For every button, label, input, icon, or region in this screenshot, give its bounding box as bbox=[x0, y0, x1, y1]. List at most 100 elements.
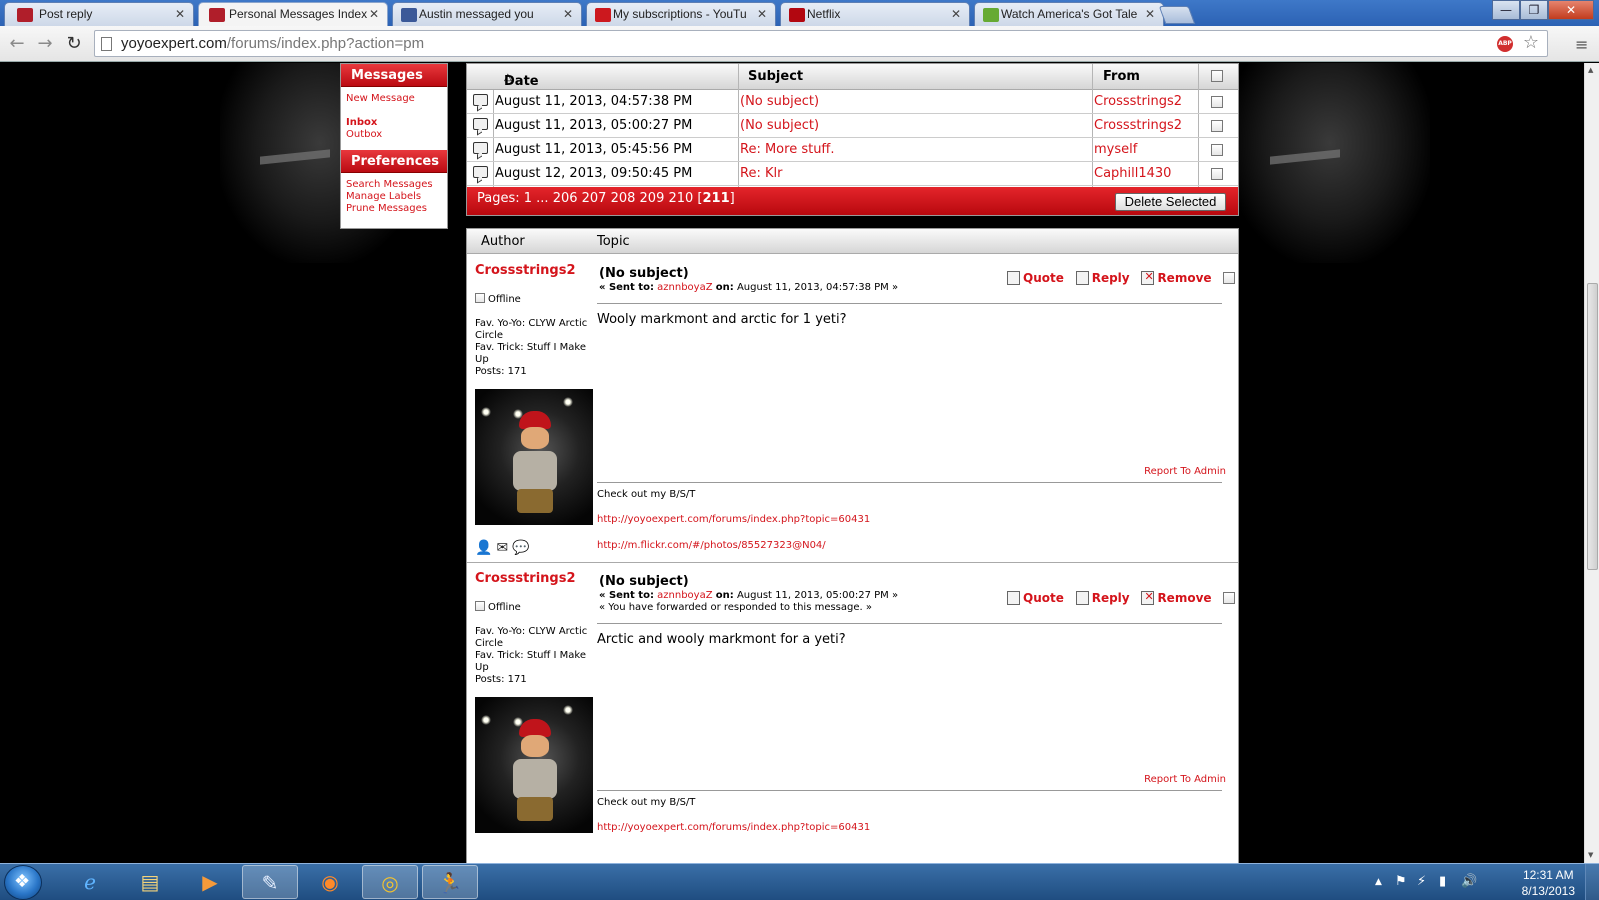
pm-icon[interactable]: 💬 bbox=[512, 540, 529, 556]
select-all-checkbox[interactable] bbox=[1211, 70, 1223, 82]
tab-personal-messages[interactable]: Personal Messages Index ✕ bbox=[198, 2, 388, 26]
remove-button[interactable]: Remove bbox=[1141, 590, 1212, 605]
start-button[interactable] bbox=[4, 865, 42, 900]
scroll-down-arrow-icon[interactable]: ▼ bbox=[1588, 851, 1593, 859]
message-sender-link[interactable]: Caphill1430 bbox=[1094, 166, 1171, 181]
reply-button[interactable]: Reply bbox=[1075, 271, 1130, 285]
url-text[interactable]: yoyoexpert.com/forums/index.php?action=p… bbox=[121, 35, 424, 52]
message-sender-link[interactable]: Crossstrings2 bbox=[1094, 94, 1182, 109]
prune-messages-link[interactable]: Prune Messages bbox=[346, 203, 442, 215]
close-icon[interactable]: ✕ bbox=[369, 7, 379, 21]
manage-labels-link[interactable]: Manage Labels bbox=[346, 191, 442, 203]
row-checkbox[interactable] bbox=[1211, 144, 1223, 156]
from-column-header[interactable]: From bbox=[1103, 69, 1140, 84]
close-icon[interactable]: ✕ bbox=[563, 7, 573, 21]
online-status: Offline bbox=[475, 601, 521, 613]
email-icon[interactable]: ✉ bbox=[496, 540, 508, 556]
author-name-link[interactable]: Crossstrings2 bbox=[475, 263, 576, 278]
bookmark-star-icon[interactable]: ☆ bbox=[1523, 32, 1539, 53]
notepad-icon[interactable]: ✎ bbox=[242, 865, 298, 899]
row-checkbox[interactable] bbox=[1211, 120, 1223, 132]
file-explorer-icon[interactable]: ▤ bbox=[122, 865, 178, 899]
message-subject-link[interactable]: Re: More stuff. bbox=[740, 142, 835, 157]
yoyo-icon bbox=[17, 8, 33, 22]
author-name-link[interactable]: Crossstrings2 bbox=[475, 571, 576, 586]
row-checkbox[interactable] bbox=[1211, 168, 1223, 180]
search-messages-link[interactable]: Search Messages bbox=[346, 179, 442, 191]
flag-icon[interactable]: ⚑ bbox=[1395, 874, 1407, 889]
menu-icon[interactable]: ≡ bbox=[1575, 35, 1588, 54]
close-window-button[interactable]: ✕ bbox=[1548, 0, 1594, 20]
scrollbar-thumb[interactable] bbox=[1587, 283, 1598, 570]
address-bar[interactable]: yoyoexpert.com/forums/index.php?action=p… bbox=[94, 30, 1548, 57]
show-desktop-button[interactable] bbox=[1585, 864, 1599, 900]
message-subject-link[interactable]: Re: Klr bbox=[740, 166, 782, 181]
message-post: Crossstrings2 Offline Fav. Yo-Yo: CLYW A… bbox=[467, 563, 1238, 863]
reload-icon[interactable]: ↻ bbox=[63, 33, 85, 54]
sent-info: « Sent to: aznnboyaZ on: August 11, 2013… bbox=[599, 282, 899, 293]
new-message-link[interactable]: New Message bbox=[346, 93, 442, 105]
power-icon[interactable]: ⚡ bbox=[1417, 874, 1426, 889]
network-signal-icon[interactable]: ▮ bbox=[1439, 874, 1446, 889]
table-row[interactable]: August 12, 2013, 09:50:45 PM Re: Klr Cap… bbox=[467, 162, 1238, 186]
close-icon[interactable]: ✕ bbox=[175, 7, 185, 21]
close-icon[interactable]: ✕ bbox=[1145, 7, 1155, 21]
quote-button[interactable]: Quote bbox=[1007, 271, 1064, 285]
table-row[interactable]: August 11, 2013, 05:45:56 PM Re: More st… bbox=[467, 138, 1238, 162]
replied-message-icon bbox=[473, 166, 488, 178]
close-icon[interactable]: ✕ bbox=[951, 7, 961, 21]
report-to-admin-link[interactable]: Report To Admin bbox=[1144, 466, 1226, 477]
row-checkbox[interactable] bbox=[1211, 96, 1223, 108]
outbox-link[interactable]: Outbox bbox=[346, 129, 442, 141]
signature-link[interactable]: http://yoyoexpert.com/forums/index.php?t… bbox=[597, 822, 870, 833]
message-sender-link[interactable]: Crossstrings2 bbox=[1094, 118, 1182, 133]
tab-facebook[interactable]: Austin messaged you ✕ bbox=[392, 2, 582, 26]
forward-arrow-icon[interactable]: → bbox=[34, 33, 56, 54]
new-tab-button[interactable] bbox=[1158, 6, 1196, 24]
recipient-link[interactable]: aznnboyaZ bbox=[657, 590, 712, 601]
tab-post-reply[interactable]: Post reply ✕ bbox=[4, 2, 194, 26]
minimize-button[interactable]: — bbox=[1492, 0, 1520, 20]
message-sender-link[interactable]: myself bbox=[1094, 142, 1137, 157]
post-checkbox[interactable] bbox=[1223, 272, 1236, 284]
media-player-icon[interactable]: ▶ bbox=[182, 865, 238, 899]
recipient-link[interactable]: aznnboyaZ bbox=[657, 282, 712, 293]
topic-column-header: Topic bbox=[597, 234, 630, 249]
vertical-scrollbar[interactable]: ▲ ▼ bbox=[1584, 63, 1599, 863]
tab-netflix[interactable]: Netflix ✕ bbox=[780, 2, 970, 26]
scroll-up-arrow-icon[interactable]: ▲ bbox=[1588, 66, 1593, 74]
page-viewport: Messages New Message Inbox Outbox Prefer… bbox=[0, 63, 1584, 863]
post-actions: Quote Reply Remove bbox=[1007, 590, 1236, 605]
post-checkbox[interactable] bbox=[1223, 592, 1236, 604]
firefox-icon[interactable]: ◉ bbox=[302, 865, 358, 899]
close-icon[interactable]: ✕ bbox=[757, 7, 767, 21]
remove-button[interactable]: Remove bbox=[1141, 270, 1212, 285]
volume-icon[interactable]: 🔊 bbox=[1461, 874, 1477, 889]
pagination-bar: Pages: 1 ... 206 207 208 209 210 [211] D… bbox=[467, 187, 1238, 215]
delete-selected-button[interactable]: Delete Selected bbox=[1115, 193, 1226, 211]
subject-column-header[interactable]: Subject bbox=[748, 69, 803, 84]
system-clock[interactable]: 12:31 AM 8/13/2013 bbox=[1522, 867, 1575, 899]
tab-hulu[interactable]: Watch America's Got Tale ✕ bbox=[974, 2, 1164, 26]
tab-youtube[interactable]: My subscriptions - YouTu ✕ bbox=[586, 2, 776, 26]
message-subject-link[interactable]: (No subject) bbox=[740, 94, 819, 109]
back-arrow-icon[interactable]: ← bbox=[6, 33, 28, 54]
internet-explorer-icon[interactable]: ℯ bbox=[62, 865, 118, 899]
message-subject-link[interactable]: (No subject) bbox=[740, 118, 819, 133]
signature-link[interactable]: http://m.flickr.com/#/photos/85527323@N0… bbox=[597, 540, 826, 551]
report-to-admin-link[interactable]: Report To Admin bbox=[1144, 774, 1226, 785]
pagination[interactable]: Pages: 1 ... 206 207 208 209 210 [211] bbox=[477, 191, 735, 206]
inbox-link[interactable]: Inbox bbox=[346, 117, 442, 129]
signature-link[interactable]: http://yoyoexpert.com/forums/index.php?t… bbox=[597, 514, 870, 525]
adblock-icon[interactable]: ABP bbox=[1497, 36, 1513, 52]
aim-icon[interactable]: 🏃 bbox=[422, 865, 478, 899]
quote-button[interactable]: Quote bbox=[1007, 591, 1064, 605]
tray-expand-icon[interactable]: ▲ bbox=[1375, 877, 1382, 887]
reply-button[interactable]: Reply bbox=[1075, 591, 1130, 605]
table-row[interactable]: August 11, 2013, 05:00:27 PM (No subject… bbox=[467, 114, 1238, 138]
restore-button[interactable]: ❐ bbox=[1520, 0, 1548, 20]
chrome-icon[interactable]: ◎ bbox=[362, 865, 418, 899]
table-row[interactable]: August 11, 2013, 04:57:38 PM (No subject… bbox=[467, 90, 1238, 114]
profile-icon[interactable]: 👤 bbox=[475, 540, 492, 556]
date-column-header[interactable]: Date △ bbox=[504, 69, 539, 89]
